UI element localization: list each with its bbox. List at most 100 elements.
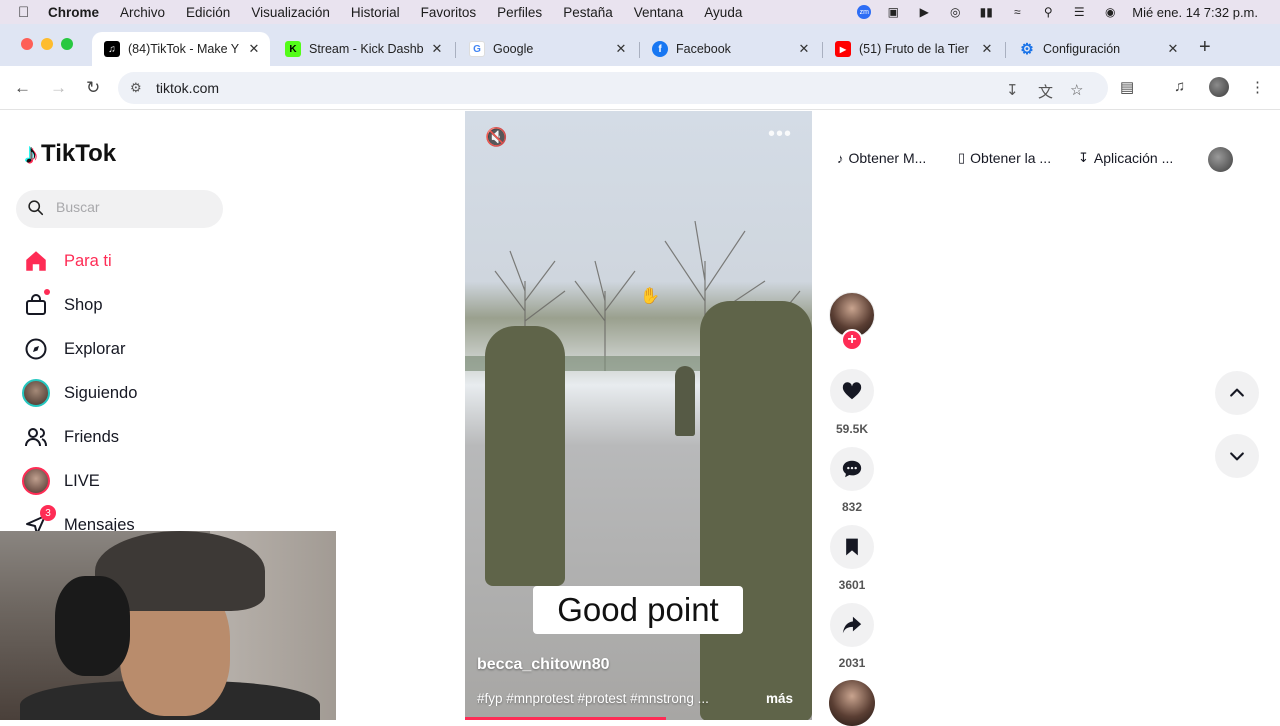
address-bar[interactable]: ⚙ tiktok.com ↧ 文 ☆ <box>118 72 1108 104</box>
airdrop-icon[interactable]: ◎ <box>946 5 964 19</box>
screen-record-icon[interactable]: ▣ <box>884 5 902 19</box>
site-info-icon[interactable]: ⚙ <box>130 80 142 96</box>
shop-bag-icon <box>20 289 52 321</box>
bookmark-star-icon[interactable]: ☆ <box>1070 81 1083 99</box>
sidebar-item-explorar[interactable]: Explorar <box>20 329 125 369</box>
tab-facebook[interactable]: f Facebook ✕ <box>640 32 820 66</box>
spotlight-search-icon[interactable]: ⚲ <box>1039 5 1057 19</box>
friends-icon <box>20 421 52 453</box>
translate-icon[interactable]: 文 <box>1038 81 1053 102</box>
chrome-menu-icon[interactable]: ⋮ <box>1250 78 1265 96</box>
menu-archivo[interactable]: Archivo <box>120 5 165 20</box>
url-text[interactable]: tiktok.com <box>156 80 219 96</box>
muted-speaker-icon[interactable]: 🔇 <box>485 127 507 148</box>
sidebar-item-label: LIVE <box>64 471 100 490</box>
close-tab-icon[interactable]: ✕ <box>796 41 812 57</box>
search-input[interactable] <box>56 199 206 215</box>
menu-perfiles[interactable]: Perfiles <box>497 5 542 20</box>
tab-title: Configuración <box>1043 42 1121 56</box>
tab-kick[interactable]: K Stream - Kick Dashb ✕ <box>273 32 453 66</box>
menu-edicion[interactable]: Edición <box>186 5 230 20</box>
browser-profile-avatar[interactable] <box>1209 77 1229 97</box>
lens-search-icon[interactable]: ▤ <box>1120 78 1134 96</box>
tab-google[interactable]: G Google ✕ <box>457 32 637 66</box>
battery-icon[interactable]: ▮▮ <box>977 5 995 19</box>
sidebar-item-live[interactable]: LIVE <box>20 461 100 501</box>
share-button[interactable] <box>830 603 874 647</box>
reload-icon[interactable]: ↻ <box>86 78 100 98</box>
next-video-button[interactable] <box>1215 434 1259 478</box>
sidebar-item-friends[interactable]: Friends <box>20 417 119 457</box>
sidebar-item-label: Para ti <box>64 251 112 270</box>
tab-title: Google <box>493 42 534 56</box>
previous-video-button[interactable] <box>1215 371 1259 415</box>
close-tab-icon[interactable]: ✕ <box>246 41 262 57</box>
header-link-get-app[interactable]: ▯ Obtener la ... <box>958 150 1051 166</box>
next-video-creator-avatar[interactable] <box>829 680 875 726</box>
tab-youtube[interactable]: ▶ (51) Fruto de la Tier ✕ <box>823 32 1003 66</box>
wifi-icon[interactable]: ≈ <box>1008 5 1026 19</box>
close-window-button[interactable] <box>21 38 33 50</box>
menu-favoritos[interactable]: Favoritos <box>421 5 477 20</box>
close-tab-icon[interactable]: ✕ <box>1165 41 1181 57</box>
video-officer-right <box>700 301 812 720</box>
back-arrow-icon[interactable]: ← <box>14 78 31 98</box>
play-icon[interactable]: ▶ <box>915 5 933 19</box>
control-center-icon[interactable]: ☰ <box>1070 5 1088 19</box>
new-tab-button[interactable]: + <box>1199 36 1211 59</box>
live-avatar <box>20 465 52 497</box>
menubar-clock[interactable]: Mié ene. 14 7:32 p.m. <box>1132 5 1258 20</box>
coin-icon: ♪ <box>837 150 844 166</box>
apple-icon[interactable]:  <box>18 4 34 21</box>
close-tab-icon[interactable]: ✕ <box>613 41 629 57</box>
tiktok-note-icon: ♪ <box>24 138 38 169</box>
sidebar-item-label: Friends <box>64 427 120 446</box>
siri-icon[interactable]: ◉ <box>1101 5 1119 19</box>
video-officer-left <box>485 326 565 586</box>
menu-visualizacion[interactable]: Visualización <box>251 5 330 20</box>
like-button[interactable] <box>830 369 874 413</box>
menu-ventana[interactable]: Ventana <box>634 5 684 20</box>
zoom-status-icon[interactable]: zm <box>857 5 872 19</box>
header-link-coins[interactable]: ♪ Obtener M... <box>837 150 926 166</box>
tiktok-search-box[interactable] <box>16 190 223 228</box>
tab-tiktok[interactable]: ♫ (84)TikTok - Make Y ✕ <box>92 32 270 66</box>
video-player[interactable]: 🔇 ••• Good point becca_chitown80 #fyp #m… <box>465 111 812 720</box>
bookmark-icon <box>846 538 858 556</box>
settings-gear-icon: ⚙ <box>1020 41 1034 58</box>
window-controls <box>21 38 73 50</box>
video-hashtags[interactable]: #fyp #mnprotest #protest #mnstrong ... <box>477 691 747 706</box>
tiktok-wordmark: TikTok <box>41 140 117 167</box>
follow-plus-icon[interactable]: + <box>841 329 863 351</box>
following-avatar <box>20 377 52 409</box>
header-link-desktop-app[interactable]: ↧ Aplicación ... <box>1078 150 1173 166</box>
tab-configuracion[interactable]: ⚙ Configuración ✕ <box>1007 32 1189 66</box>
search-icon <box>28 200 44 216</box>
sidebar-item-siguiendo[interactable]: Siguiendo <box>20 373 137 413</box>
minimize-window-button[interactable] <box>41 38 53 50</box>
install-app-icon[interactable]: ↧ <box>1006 81 1019 99</box>
macos-menu-bar:  Chrome Archivo Edición Visualización H… <box>0 0 1280 24</box>
zoom-window-button[interactable] <box>61 38 73 50</box>
video-author-handle[interactable]: becca_chitown80 <box>477 656 610 674</box>
save-button[interactable] <box>830 525 874 569</box>
tiktok-logo[interactable]: ♪ TikTok <box>24 138 116 170</box>
forward-arrow-icon[interactable]: → <box>50 78 67 98</box>
tab-title: Stream - Kick Dashb <box>309 42 424 56</box>
menu-app-name[interactable]: Chrome <box>48 5 99 20</box>
menu-ayuda[interactable]: Ayuda <box>704 5 742 20</box>
video-more-link[interactable]: más <box>766 691 793 706</box>
menu-historial[interactable]: Historial <box>351 5 400 20</box>
like-count: 59.5K <box>835 422 869 436</box>
close-tab-icon[interactable]: ✕ <box>979 41 995 57</box>
more-options-icon[interactable]: ••• <box>768 123 792 146</box>
sidebar-item-label: Shop <box>64 295 103 314</box>
comment-bubble-icon <box>842 460 862 478</box>
user-profile-avatar[interactable] <box>1208 147 1233 172</box>
menu-pestana[interactable]: Pestaña <box>563 5 613 20</box>
sidebar-item-shop[interactable]: Shop <box>20 285 103 325</box>
sidebar-item-para-ti[interactable]: Para ti <box>20 241 112 281</box>
close-tab-icon[interactable]: ✕ <box>429 41 445 57</box>
comment-button[interactable] <box>830 447 874 491</box>
media-controls-icon[interactable]: ♫ <box>1174 78 1185 95</box>
